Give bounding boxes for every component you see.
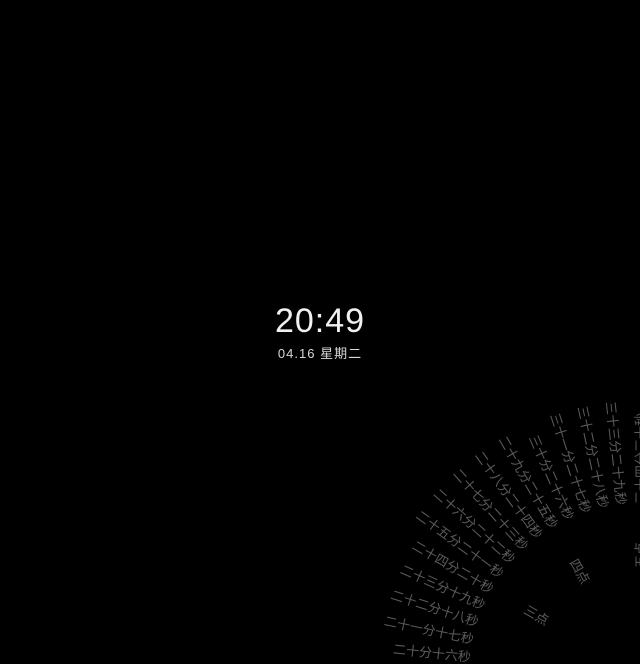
weekday-text: 星期二	[320, 346, 362, 361]
minsec-item: 三十分二十六秒	[525, 432, 579, 523]
minsec-item: 二十二分十八秒	[389, 584, 481, 630]
date-text: 04.16	[278, 346, 316, 361]
minsec-item: 二十四分二十秒	[409, 535, 497, 597]
minsec-label: 二十分十六秒	[392, 639, 472, 664]
minsec-item: 二十分十六秒	[392, 639, 472, 664]
hour-label: 五点	[631, 542, 640, 568]
hour-item: 五点	[631, 542, 640, 568]
digital-time: 20:49	[275, 302, 365, 341]
minsec-item: 三十三分二十九秒	[602, 400, 632, 505]
date-line: 04.16 星期二	[275, 343, 365, 362]
minsec-label: 三十一分二十七秒	[546, 410, 596, 515]
hour-item: 三点	[521, 600, 553, 629]
minsec-label: 二十六分二十二秒	[430, 484, 520, 568]
minsec-label: 三十四分三十秒	[631, 413, 640, 504]
minsec-label: 二十二分十八秒	[389, 584, 481, 630]
minsec-item: 二十三分十九秒	[398, 559, 489, 613]
minsec-item: 二十六分二十二秒	[430, 484, 520, 568]
minsec-label: 二十一分十七秒	[383, 610, 476, 648]
minsec-label: 三十分二十六秒	[525, 432, 579, 523]
minsec-label: 二十七分二十三秒	[450, 464, 534, 554]
minsec-item: 三十二分二十八秒	[574, 404, 614, 510]
minsec-item: 二十八分二十四秒	[471, 447, 548, 542]
minsec-label: 二十九分二十五秒	[495, 432, 563, 532]
minsec-item: 二十七分二十三秒	[450, 464, 534, 554]
minsec-label: 二十五分二十一秒	[413, 505, 508, 582]
minsec-label: 三十二分二十八秒	[574, 404, 614, 510]
hour-label: 四点	[566, 555, 595, 587]
hour-item: 四点	[566, 555, 595, 587]
minsec-item: 二十一分十七秒	[383, 610, 476, 648]
minsec-label: 三十三分二十九秒	[602, 400, 632, 505]
hour-label: 三点	[521, 600, 553, 629]
minsec-item: 三十一分二十七秒	[546, 410, 596, 515]
minsec-label: 二十八分二十四秒	[471, 447, 548, 542]
minsec-item: 二十九分二十五秒	[495, 432, 563, 532]
minsec-label: 二十四分二十秒	[409, 535, 497, 597]
minsec-item: 二十五分二十一秒	[413, 505, 508, 582]
minsec-item: 三十四分三十秒	[631, 413, 640, 504]
center-block: 20:49 04.16 星期二	[275, 302, 365, 362]
minsec-label: 二十三分十九秒	[398, 559, 489, 613]
clock-stage: 20:49 04.16 星期二 八点九点十点十一点十二点一点二点三点四点五点六点…	[0, 0, 640, 664]
